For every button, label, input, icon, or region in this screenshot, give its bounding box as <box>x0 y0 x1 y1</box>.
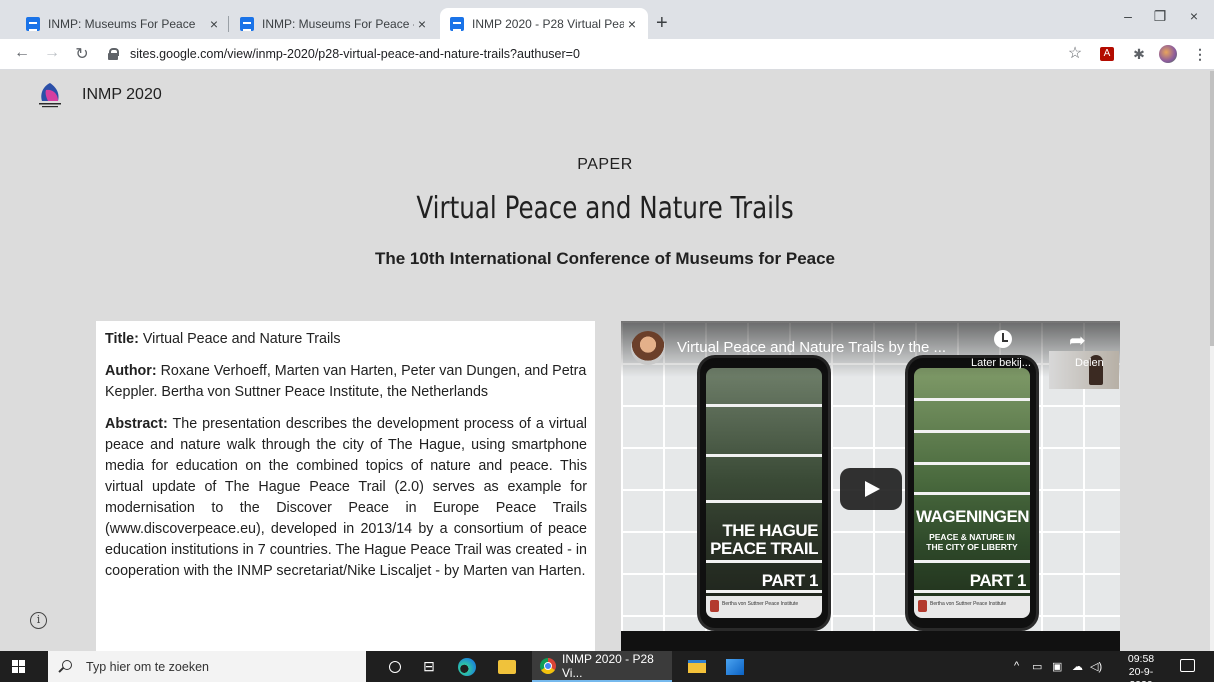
taskbar-search[interactable]: Typ hier om te zoeken <box>48 651 366 682</box>
title-label: Title: <box>105 331 139 347</box>
minimize-button[interactable]: – <box>1118 8 1138 24</box>
google-sites-favicon-icon <box>240 16 254 31</box>
forward-button[interactable]: → <box>42 44 62 62</box>
profile-avatar-icon[interactable] <box>1159 45 1177 63</box>
paper-abstract-paragraph: Abstract: The presentation describes the… <box>105 414 587 582</box>
page-subtitle: The 10th International Conference of Mus… <box>374 249 836 268</box>
abstract-label: Abstract: <box>105 416 168 432</box>
star-icon[interactable]: ☆ <box>1066 45 1084 63</box>
tab-title: INMP: Museums For Peace - 2020 <box>262 16 414 31</box>
action-center-icon[interactable] <box>1180 659 1195 672</box>
task-view-icon[interactable]: ⊟ <box>412 651 446 682</box>
tab-close-icon[interactable]: × <box>624 16 640 32</box>
youtube-embed[interactable]: THE HAGUE PEACE TRAIL PART 1 Bertha von … <box>621 321 1120 651</box>
tab-title: INMP: Museums For Peace <box>48 16 196 31</box>
share-icon[interactable]: ➦ <box>1069 328 1086 353</box>
page-scrollbar[interactable] <box>1210 71 1214 651</box>
phone-right-sub2: THE CITY OF LIBERTY <box>926 542 1018 552</box>
search-placeholder: Typ hier om te zoeken <box>86 659 209 674</box>
clock-date: 20-9-2020 <box>1128 666 1154 682</box>
paper-author-paragraph: Author: Roxane Verhoeff, Marten van Hart… <box>105 361 587 403</box>
file-explorer-app-icon[interactable] <box>490 651 524 682</box>
share-label[interactable]: Delen <box>1075 357 1104 369</box>
tray-chevron-icon[interactable]: ^ <box>1014 660 1019 672</box>
author-value: Roxane Verhoeff, Marten van Harten, Pete… <box>105 363 587 400</box>
google-sites-favicon-icon <box>450 16 464 31</box>
reload-button[interactable]: ↻ <box>72 44 92 64</box>
phone-left-line2: PEACE TRAIL <box>710 539 818 558</box>
tab-inmp-2020[interactable]: INMP: Museums For Peace - 2020 × <box>230 8 438 39</box>
browser-toolbar: ← → ↻ sites.google.com/view/inmp-2020/p2… <box>0 39 1214 70</box>
google-sites-favicon-icon <box>26 16 40 31</box>
edge-icon[interactable] <box>450 651 484 682</box>
restore-button[interactable]: ❐ <box>1150 8 1170 25</box>
puzzle-extensions-icon[interactable]: ✱ <box>1130 45 1148 63</box>
file-manager-icon[interactable] <box>680 651 714 682</box>
inmp-logo-icon[interactable] <box>36 81 64 111</box>
search-icon <box>62 660 72 670</box>
windows-taskbar: Typ hier om te zoeken ⊟ INMP 2020 - P28 … <box>0 651 1214 682</box>
battery-icon[interactable]: ▭ <box>1032 660 1042 673</box>
photos-icon[interactable] <box>718 651 752 682</box>
phone-right-sub1: PEACE & NATURE IN <box>929 532 1015 542</box>
taskbar-clock[interactable]: 09:58 20-9-2020 <box>1118 653 1164 682</box>
lock-icon[interactable] <box>108 48 119 60</box>
phone-mockup-left: THE HAGUE PEACE TRAIL PART 1 Bertha von … <box>697 355 831 631</box>
menu-dots-icon[interactable]: ⋮ <box>1191 45 1209 63</box>
tab-title: INMP 2020 - P28 Virtual Peace and Nature… <box>472 16 624 31</box>
video-title[interactable]: Virtual Peace and Nature Trails by the .… <box>677 339 977 356</box>
phone-right-footer: Bertha von Suttner Peace Institute <box>914 596 1030 618</box>
cortana-icon[interactable] <box>378 651 412 682</box>
phone-left-line1: THE HAGUE <box>722 521 818 540</box>
channel-avatar[interactable] <box>631 331 665 365</box>
chrome-task-label: INMP 2020 - P28 Vi... <box>562 651 654 680</box>
phone-mockup-right: WAGENINGEN PEACE & NATURE IN THE CITY OF… <box>905 355 1039 631</box>
page-title: Virtual Peace and Nature Trails <box>416 191 794 226</box>
watch-later-label[interactable]: Later bekij... <box>971 357 1031 369</box>
abstract-value: The presentation describes the developme… <box>105 416 587 579</box>
url-text[interactable]: sites.google.com/view/inmp-2020/p28-virt… <box>130 47 580 61</box>
tab-inmp-museums[interactable]: INMP: Museums For Peace × <box>16 8 230 39</box>
paper-title-paragraph: Title: Virtual Peace and Nature Trails <box>105 329 587 350</box>
scrollbar-thumb[interactable] <box>1210 71 1214 346</box>
page-content: INMP 2020 PAPER Virtual Peace and Nature… <box>0 71 1210 651</box>
pdf-extension-icon[interactable]: A <box>1100 47 1114 61</box>
tab-separator <box>228 16 229 32</box>
back-button[interactable]: ← <box>12 44 32 62</box>
address-bar[interactable]: sites.google.com/view/inmp-2020/p28-virt… <box>108 42 1052 66</box>
tab-close-icon[interactable]: × <box>414 16 430 32</box>
network-icon[interactable]: ▣ <box>1052 660 1062 673</box>
tab-strip: INMP: Museums For Peace × INMP: Museums … <box>0 0 1214 39</box>
phone-left-footer: Bertha von Suttner Peace Institute <box>706 596 822 618</box>
site-name[interactable]: INMP 2020 <box>82 86 162 104</box>
volume-icon[interactable]: ◁) <box>1090 660 1102 673</box>
author-label: Author: <box>105 363 157 379</box>
paper-details: Title: Virtual Peace and Nature Trails A… <box>96 321 595 651</box>
page-kicker: PAPER <box>577 156 633 173</box>
taskbar-chrome-window[interactable]: INMP 2020 - P28 Vi... <box>532 651 672 682</box>
phone-right-part: PART 1 <box>969 571 1027 590</box>
watch-later-icon[interactable] <box>994 330 1012 348</box>
phone-left-part: PART 1 <box>761 571 819 590</box>
clock-time: 09:58 <box>1127 653 1155 665</box>
new-tab-button[interactable]: + <box>656 13 668 33</box>
info-icon[interactable]: i <box>30 612 47 629</box>
onedrive-icon[interactable]: ☁ <box>1072 660 1083 673</box>
phone-right-line1: WAGENINGEN <box>916 507 1030 526</box>
title-value: Virtual Peace and Nature Trails <box>138 331 341 347</box>
chrome-icon <box>540 657 556 674</box>
play-button[interactable] <box>840 468 902 510</box>
tab-close-icon[interactable]: × <box>206 16 222 32</box>
windows-start-icon[interactable] <box>12 660 26 674</box>
tab-p28-virtual-peace[interactable]: INMP 2020 - P28 Virtual Peace and Nature… <box>440 8 648 39</box>
close-window-button[interactable]: × <box>1184 8 1204 24</box>
